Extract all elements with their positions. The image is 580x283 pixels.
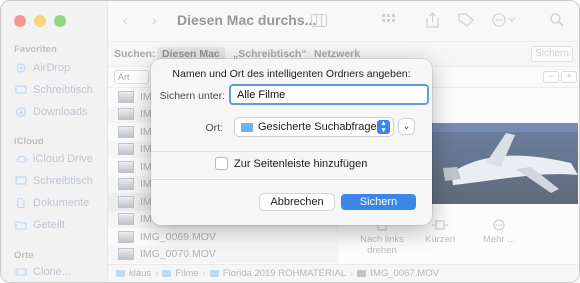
location-label: Ort: [205, 122, 224, 134]
save-as-input[interactable] [229, 84, 429, 105]
add-to-sidebar-label: Zur Seitenleiste hinzufügen [234, 157, 368, 170]
popup-arrows-icon: ▲ ▼ [377, 120, 390, 134]
save-as-label: Sichern unter: [159, 90, 225, 102]
chevron-down-icon: ⌄ [402, 121, 411, 131]
divider [151, 151, 432, 152]
location-value: Gesicherte Suchabfragen [258, 121, 383, 133]
finder-window: Favoriten AirDrop Schreibtisch Downloads… [0, 0, 580, 283]
save-smart-folder-dialog: Namen und Ort des intelligenten Ordners … [151, 59, 432, 225]
add-to-sidebar-checkbox[interactable] [215, 157, 228, 170]
location-popup[interactable]: Gesicherte Suchabfragen ▲ ▼ [235, 118, 393, 136]
dialog-title: Namen und Ort des intelligenten Ordners … [172, 68, 411, 80]
add-to-sidebar-option[interactable]: Zur Seitenleiste hinzufügen [215, 157, 367, 170]
divider [151, 179, 432, 180]
save-button[interactable]: Sichern [341, 194, 416, 210]
cancel-button[interactable]: Abbrechen [260, 194, 334, 210]
expand-location-button[interactable]: ⌄ [399, 119, 414, 134]
folder-icon [241, 122, 253, 132]
